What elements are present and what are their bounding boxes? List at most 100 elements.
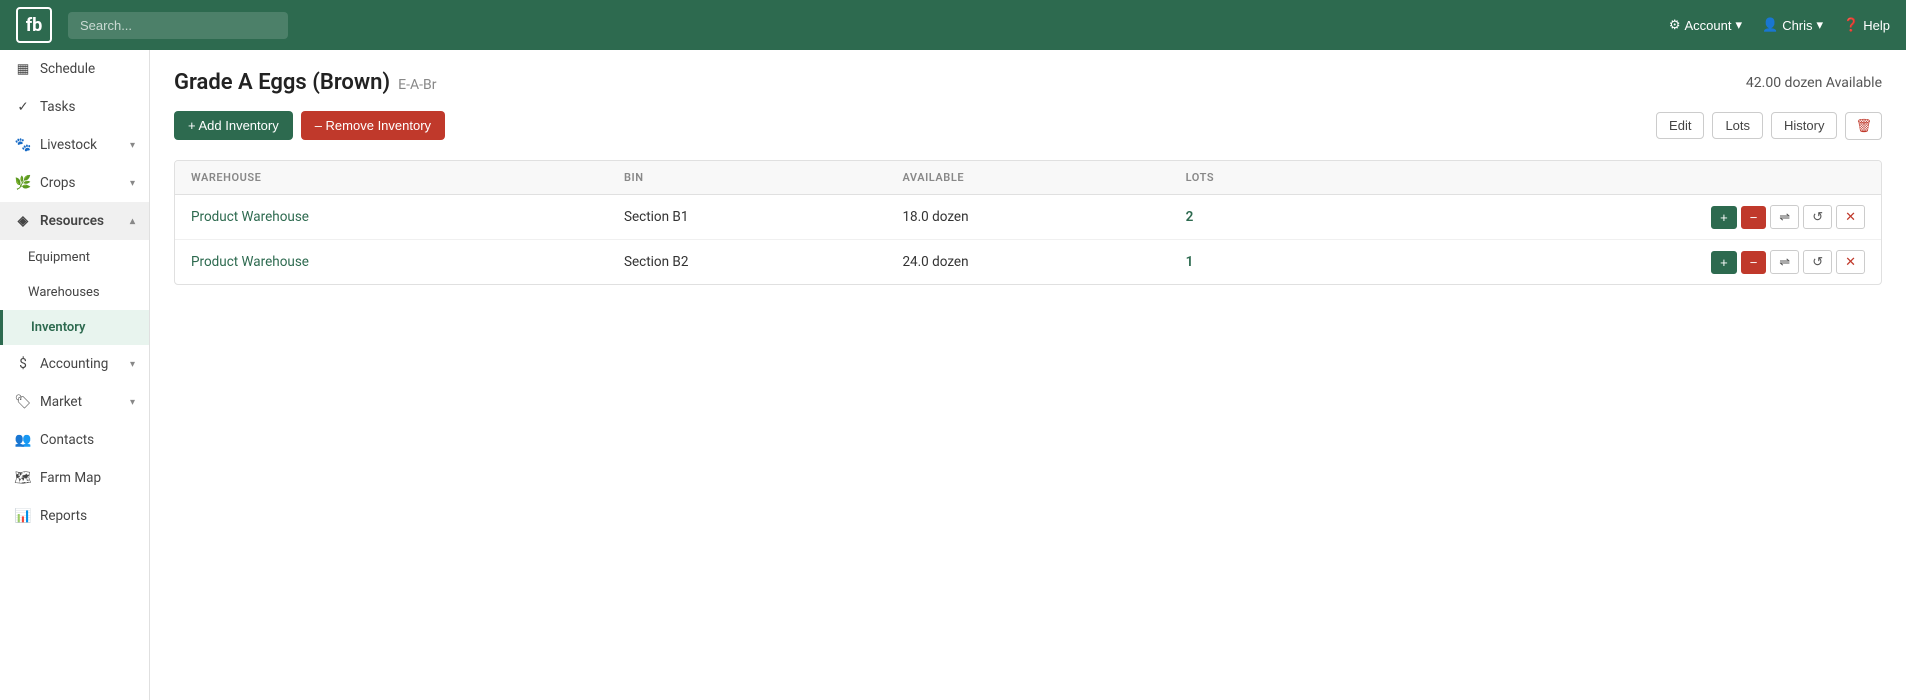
sidebar-item-warehouses[interactable]: Warehouses: [0, 275, 149, 310]
col-warehouse: WAREHOUSE: [175, 161, 608, 195]
col-actions: [1344, 161, 1881, 195]
close-row-button[interactable]: ✕: [1836, 250, 1865, 274]
user-button[interactable]: 👤 Chris ▾: [1762, 17, 1823, 33]
edit-button[interactable]: Edit: [1656, 112, 1704, 139]
remove-row-button[interactable]: −: [1741, 251, 1767, 274]
calendar-icon: ▦: [14, 60, 32, 78]
map-icon: 🗺: [14, 469, 32, 487]
actions-cell: + − ⇌ ↺ ✕: [1344, 195, 1881, 240]
help-button[interactable]: ❓ Help: [1843, 17, 1890, 33]
sidebar-item-schedule[interactable]: ▦ Schedule: [0, 50, 149, 88]
delete-button[interactable]: 🗑: [1845, 112, 1882, 140]
sidebar-item-equipment[interactable]: Equipment: [0, 240, 149, 275]
sidebar-label-reports: Reports: [40, 508, 87, 524]
sidebar-label-contacts: Contacts: [40, 432, 94, 448]
sidebar-label-farm-map: Farm Map: [40, 470, 101, 486]
livestock-chevron-icon: ▾: [130, 140, 135, 151]
table-header-row: WAREHOUSE BIN AVAILABLE LOTS: [175, 161, 1881, 195]
page-header: Grade A Eggs (Brown) E-A-Br 42.00 dozen …: [174, 70, 1882, 95]
main-content-area: Grade A Eggs (Brown) E-A-Br 42.00 dozen …: [150, 50, 1906, 700]
lots-cell[interactable]: 2: [1170, 195, 1345, 240]
lots-cell[interactable]: 1: [1170, 240, 1345, 285]
available-cell: 18.0 dozen: [886, 195, 1169, 240]
sidebar-label-inventory: Inventory: [31, 320, 86, 335]
account-button[interactable]: ⚙ Account ▾: [1669, 17, 1742, 33]
bin-cell: Section B2: [608, 240, 886, 285]
crops-chevron-icon: ▾: [130, 178, 135, 189]
page-code: E-A-Br: [398, 77, 436, 93]
dollar-icon: $: [14, 355, 32, 373]
trash-icon: 🗑: [1855, 118, 1872, 133]
leaf-icon: 🌿: [14, 174, 32, 192]
chart-icon: 📊: [14, 507, 32, 525]
users-icon: 👥: [14, 431, 32, 449]
topnav: fb ⚙ Account ▾ 👤 Chris ▾ ❓ Help: [0, 0, 1906, 50]
lots-button[interactable]: Lots: [1712, 112, 1763, 139]
sidebar-item-resources[interactable]: ◈ Resources ▴: [0, 202, 149, 240]
sidebar-label-crops: Crops: [40, 175, 75, 191]
sidebar-item-contacts[interactable]: 👥 Contacts: [0, 421, 149, 459]
market-chevron-icon: ▾: [130, 397, 135, 408]
col-bin: BIN: [608, 161, 886, 195]
sidebar-label-warehouses: Warehouses: [28, 285, 100, 300]
sidebar-label-market: Market: [40, 394, 82, 410]
user-label: Chris: [1782, 18, 1812, 33]
remove-row-button[interactable]: −: [1741, 206, 1767, 229]
col-lots: LOTS: [1170, 161, 1345, 195]
sidebar-item-livestock[interactable]: 🐾 Livestock ▾: [0, 126, 149, 164]
user-chevron-icon: ▾: [1817, 17, 1824, 33]
add-inventory-button[interactable]: + Add Inventory: [174, 111, 293, 140]
account-label: Account: [1684, 18, 1731, 33]
sidebar-label-resources: Resources: [40, 213, 104, 229]
check-circle-icon: ✓: [14, 98, 32, 116]
table-row: Product Warehouse Section B1 18.0 dozen …: [175, 195, 1881, 240]
resources-chevron-icon: ▴: [130, 216, 135, 227]
sidebar-item-reports[interactable]: 📊 Reports: [0, 497, 149, 535]
bin-cell: Section B1: [608, 195, 886, 240]
account-chevron-icon: ▾: [1735, 17, 1742, 33]
sidebar-item-inventory[interactable]: Inventory: [0, 310, 149, 345]
sidebar-item-accounting[interactable]: $ Accounting ▾: [0, 345, 149, 383]
undo-row-button[interactable]: ↺: [1803, 250, 1832, 274]
sidebar-label-livestock: Livestock: [40, 137, 97, 153]
transfer-row-button[interactable]: ⇌: [1770, 205, 1799, 229]
paw-icon: 🐾: [14, 136, 32, 154]
toolbar: + Add Inventory – Remove Inventory Edit …: [174, 111, 1882, 140]
actions-cell: + − ⇌ ↺ ✕: [1344, 240, 1881, 285]
cube-icon: ◈: [14, 212, 32, 230]
sidebar: ▦ Schedule ✓ Tasks 🐾 Livestock ▾ 🌿 Crops…: [0, 50, 150, 700]
close-row-button[interactable]: ✕: [1836, 205, 1865, 229]
sidebar-item-farm-map[interactable]: 🗺 Farm Map: [0, 459, 149, 497]
sidebar-label-equipment: Equipment: [28, 250, 90, 265]
available-quantity: 42.00 dozen Available: [1746, 75, 1882, 91]
sidebar-item-market[interactable]: 🏷 Market ▾: [0, 383, 149, 421]
tag-icon: 🏷: [14, 393, 32, 411]
inventory-table: WAREHOUSE BIN AVAILABLE LOTS Product War…: [174, 160, 1882, 285]
page-title: Grade A Eggs (Brown): [174, 70, 390, 95]
gear-icon: ⚙: [1669, 17, 1681, 33]
add-row-button[interactable]: +: [1711, 206, 1737, 229]
help-label: Help: [1863, 18, 1890, 33]
topnav-right: ⚙ Account ▾ 👤 Chris ▾ ❓ Help: [1669, 17, 1890, 33]
sidebar-label-accounting: Accounting: [40, 356, 108, 372]
sidebar-label-schedule: Schedule: [40, 61, 95, 77]
sidebar-label-tasks: Tasks: [40, 99, 75, 115]
transfer-row-button[interactable]: ⇌: [1770, 250, 1799, 274]
history-button[interactable]: History: [1771, 112, 1837, 139]
col-available: AVAILABLE: [886, 161, 1169, 195]
remove-inventory-button[interactable]: – Remove Inventory: [301, 111, 445, 140]
user-icon: 👤: [1762, 17, 1778, 33]
add-row-button[interactable]: +: [1711, 251, 1737, 274]
sidebar-item-crops[interactable]: 🌿 Crops ▾: [0, 164, 149, 202]
sidebar-item-tasks[interactable]: ✓ Tasks: [0, 88, 149, 126]
page-title-group: Grade A Eggs (Brown) E-A-Br: [174, 70, 436, 95]
search-input[interactable]: [68, 12, 288, 39]
table-row: Product Warehouse Section B2 24.0 dozen …: [175, 240, 1881, 285]
undo-row-button[interactable]: ↺: [1803, 205, 1832, 229]
help-icon: ❓: [1843, 17, 1859, 33]
accounting-chevron-icon: ▾: [130, 359, 135, 370]
warehouse-cell[interactable]: Product Warehouse: [175, 195, 608, 240]
warehouse-cell[interactable]: Product Warehouse: [175, 240, 608, 285]
available-cell: 24.0 dozen: [886, 240, 1169, 285]
app-logo[interactable]: fb: [16, 7, 52, 43]
